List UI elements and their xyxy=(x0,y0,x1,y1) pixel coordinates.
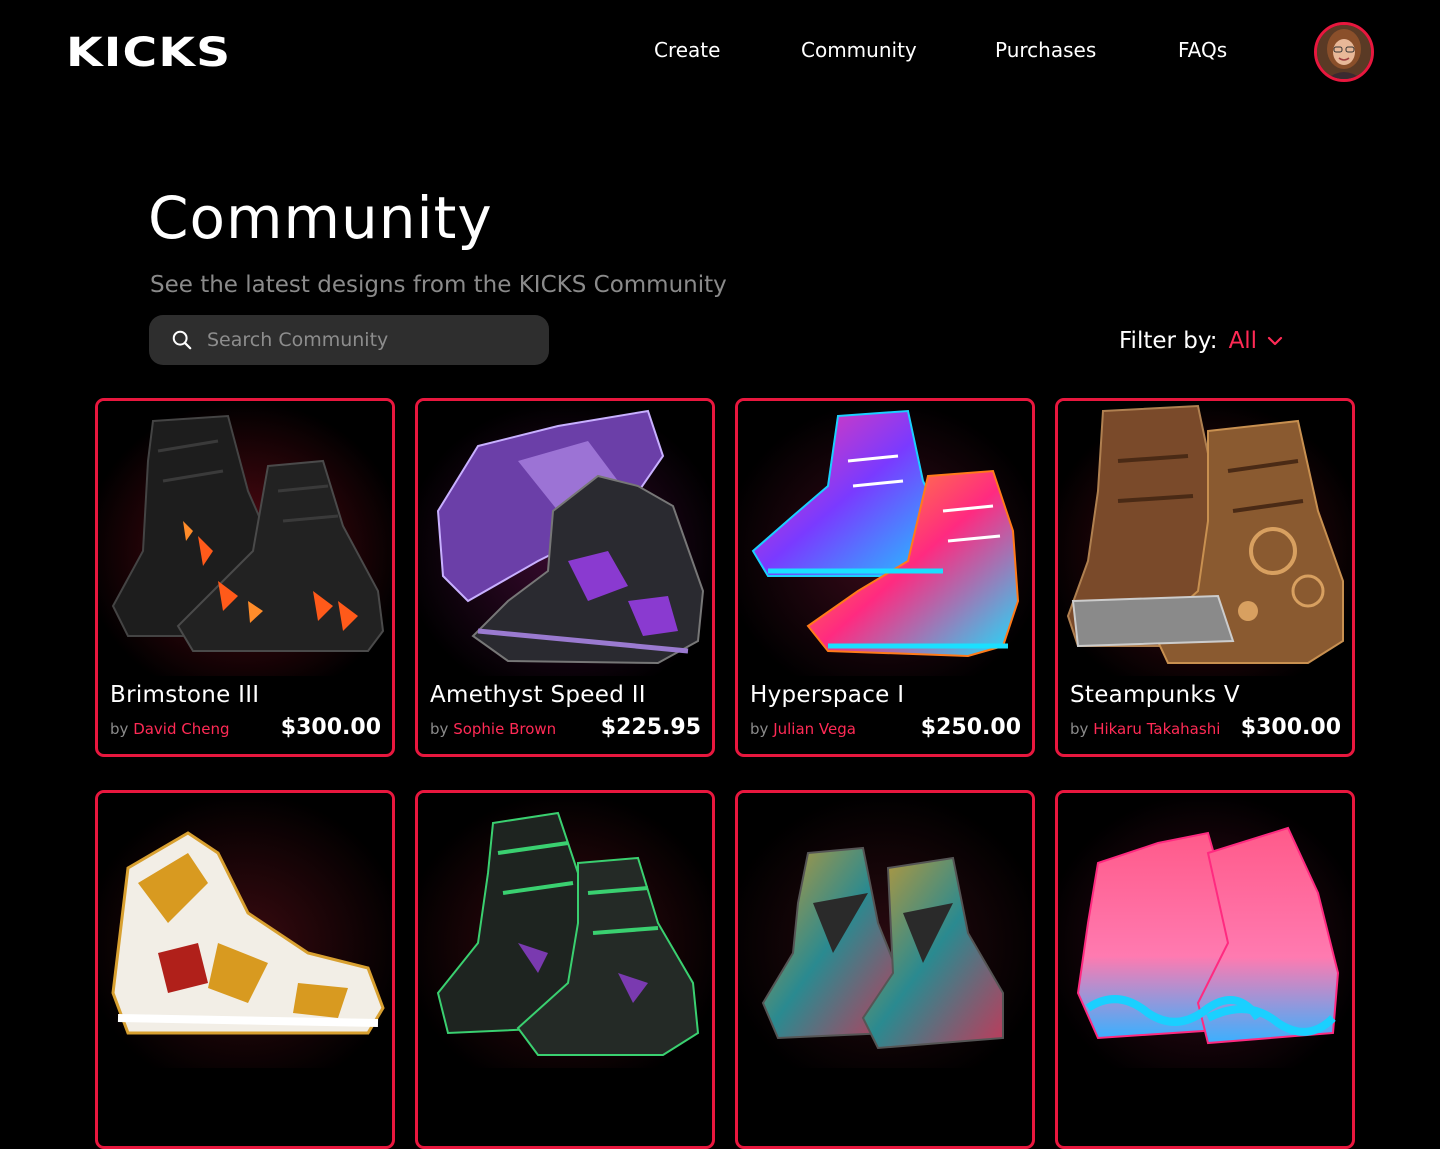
product-card[interactable] xyxy=(95,790,395,1149)
search-input[interactable] xyxy=(207,329,549,351)
search-bar[interactable] xyxy=(149,315,549,365)
page-subtitle: See the latest designs from the KICKS Co… xyxy=(150,272,727,298)
product-author[interactable]: David Cheng xyxy=(133,720,229,738)
by-prefix: by xyxy=(430,720,449,738)
by-prefix: by xyxy=(110,720,129,738)
product-author[interactable]: Sophie Brown xyxy=(453,720,556,738)
main-nav: Create Community Purchases FAQs xyxy=(0,38,1440,68)
by-prefix: by xyxy=(1070,720,1089,738)
page-title: Community xyxy=(148,184,493,252)
avatar-portrait xyxy=(1317,25,1371,79)
filter-control: Filter by: All xyxy=(1119,326,1283,356)
product-card[interactable]: Hyperspace I by Julian Vega $250.00 xyxy=(735,398,1035,757)
filter-dropdown[interactable]: All xyxy=(1229,328,1284,354)
filter-label: Filter by: xyxy=(1119,328,1218,354)
product-price: $300.00 xyxy=(280,715,381,740)
product-name: Amethyst Speed II xyxy=(430,682,646,708)
by-prefix: by xyxy=(750,720,769,738)
filter-selected-value: All xyxy=(1228,328,1258,354)
product-author[interactable]: Julian Vega xyxy=(773,720,856,738)
product-image xyxy=(1058,401,1352,676)
product-card[interactable] xyxy=(1055,790,1355,1149)
product-name: Hyperspace I xyxy=(750,682,905,708)
product-name: Brimstone III xyxy=(110,682,260,708)
product-image xyxy=(418,401,712,676)
product-card[interactable] xyxy=(415,790,715,1149)
product-image xyxy=(1058,793,1352,1068)
search-icon xyxy=(172,330,192,350)
product-card[interactable]: Brimstone III by David Cheng $300.00 xyxy=(95,398,395,757)
product-price: $225.95 xyxy=(600,715,701,740)
top-nav-bar: KICKS Create Community Purchases FAQs xyxy=(0,0,1440,110)
product-author-line: by Hikaru Takahashi xyxy=(1070,720,1220,738)
product-card[interactable]: Steampunks V by Hikaru Takahashi $300.00 xyxy=(1055,398,1355,757)
product-name: Steampunks V xyxy=(1070,682,1240,708)
nav-community[interactable]: Community xyxy=(801,38,917,62)
product-author[interactable]: Hikaru Takahashi xyxy=(1093,720,1220,738)
product-card[interactable]: Amethyst Speed II by Sophie Brown $225.9… xyxy=(415,398,715,757)
product-image xyxy=(738,793,1032,1068)
nav-faqs[interactable]: FAQs xyxy=(1178,38,1227,62)
nav-create[interactable]: Create xyxy=(654,38,720,62)
product-image xyxy=(418,793,712,1068)
user-avatar[interactable] xyxy=(1314,22,1374,82)
product-author-line: by Sophie Brown xyxy=(430,720,556,738)
product-image xyxy=(98,793,392,1068)
product-image xyxy=(738,401,1032,676)
product-image xyxy=(98,401,392,676)
product-card[interactable] xyxy=(735,790,1035,1149)
chevron-down-icon xyxy=(1267,336,1283,346)
product-author-line: by David Cheng xyxy=(110,720,230,738)
product-price: $300.00 xyxy=(1240,715,1341,740)
product-price: $250.00 xyxy=(920,715,1021,740)
product-author-line: by Julian Vega xyxy=(750,720,856,738)
nav-purchases[interactable]: Purchases xyxy=(995,38,1096,62)
